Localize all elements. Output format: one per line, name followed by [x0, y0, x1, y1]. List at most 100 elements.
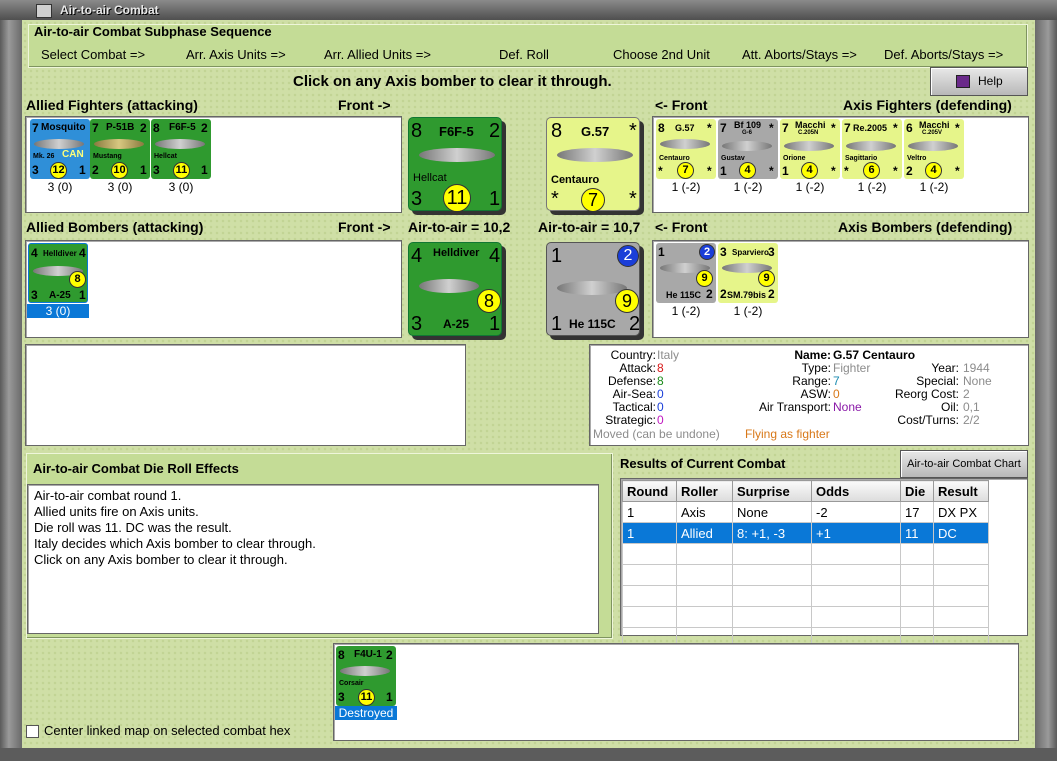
col-die[interactable]: Die — [900, 480, 934, 502]
window-frame-right — [1035, 0, 1057, 761]
unit-asw: 0 — [833, 387, 840, 401]
axis-bomber-caption-he115c: 1 (-2) — [671, 304, 701, 318]
axis-fighter-counter-macchi-c205v[interactable]: 6 Macchi C.205V * Veltro 2 4 * — [904, 119, 964, 179]
col-odds[interactable]: Odds — [811, 480, 901, 502]
plane-icon — [557, 148, 633, 162]
combat-allied-fighter-f6f5[interactable]: 8 F6F-5 2 Hellcat 3 11 1 — [408, 117, 502, 212]
die-roll-line: Click on any Axis bomber to clear it thr… — [34, 552, 288, 567]
col-surprise[interactable]: Surprise — [732, 480, 812, 502]
window-icon — [36, 4, 52, 18]
unit-range: 7 — [833, 374, 840, 388]
allied-fighter-counter-mosquito[interactable]: 7 Mosquito Mk. 26 CAN 3 12 1 — [30, 119, 90, 179]
destroyed-caption: Destroyed — [335, 706, 397, 720]
plane-icon — [908, 141, 958, 151]
table-row-empty — [622, 585, 989, 607]
axis-bombers-label: Axis Bombers (defending) — [838, 219, 1013, 235]
col-roller[interactable]: Roller — [676, 480, 733, 502]
axis-fighter-counter-re2005[interactable]: 7 Re.2005 * Sagittario * 6 * — [842, 119, 902, 179]
allied-bombers-label: Allied Bombers (attacking) — [26, 219, 204, 235]
die-roll-log[interactable]: Air-to-air combat round 1. Allied units … — [27, 484, 599, 634]
axis-fighter-counter-bf109[interactable]: 7 Bf 109 G-6 * Gustav 1 4 * — [718, 119, 778, 179]
unit-airsea: 0 — [657, 387, 664, 401]
allied-fighters-front: Front -> — [338, 97, 391, 113]
plane-icon — [419, 279, 479, 293]
sequence-step-select-combat: Select Combat => — [41, 47, 146, 62]
destroyed-units-panel[interactable] — [333, 643, 1019, 741]
table-row-empty — [622, 564, 989, 586]
center-map-checkbox[interactable] — [26, 725, 39, 738]
unit-name: G.57 Centauro — [833, 348, 916, 362]
axis-air-to-air: Air-to-air = 10,7 — [538, 219, 641, 235]
axis-bomber-counter-sparviero[interactable]: 3 Sparviero 3 9 2 SM.79bis 2 — [718, 243, 778, 303]
axis-fighter-caption-re2005: 1 (-2) — [857, 180, 887, 194]
sequence-step-def-aborts: Def. Aborts/Stays => — [884, 47, 1004, 62]
unit-airtransport: None — [833, 400, 862, 414]
unit-defense: 8 — [657, 374, 664, 388]
unit-strategic: 0 — [657, 413, 664, 427]
plane-icon — [155, 139, 205, 149]
center-map-checkbox-label[interactable]: Center linked map on selected combat hex — [44, 723, 290, 738]
sequence-step-def-roll: Def. Roll — [499, 47, 549, 62]
results-table: Round Roller Surprise Odds Die Result 1 … — [622, 480, 989, 649]
plane-icon — [419, 148, 495, 162]
empty-info-panel — [25, 344, 466, 446]
unit-moved: Moved (can be undone) — [593, 427, 720, 441]
plane-icon — [722, 141, 772, 151]
table-row-selected[interactable]: 1 Allied 8: +1, -3 +1 11 DC — [622, 522, 989, 544]
axis-fighter-caption-g57: 1 (-2) — [671, 180, 701, 194]
table-row-empty — [622, 543, 989, 565]
allied-fighters-label: Allied Fighters (attacking) — [26, 97, 198, 113]
plane-icon — [94, 139, 144, 149]
plane-icon — [784, 141, 834, 151]
combat-axis-bomber-he115c[interactable]: 1 2 9 1 He 115C 2 — [546, 242, 640, 336]
table-row[interactable]: 1 Axis None -2 17 DX PX — [622, 501, 989, 523]
combat-axis-bomber-blue-coin: 2 — [617, 245, 639, 267]
axis-fighter-counter-g57[interactable]: 8 G.57 * Centauro * 7 * — [656, 119, 716, 179]
unit-tactical: 0 — [657, 400, 664, 414]
title-bar[interactable]: Air-to-air Combat — [0, 0, 1057, 20]
results-heading: Results of Current Combat — [620, 456, 786, 471]
die-roll-line: Italy decides which Axis bomber to clear… — [34, 536, 316, 551]
die-roll-heading: Air-to-air Combat Die Roll Effects — [33, 461, 239, 476]
allied-bomber-caption-helldiver: 3 (0) — [27, 304, 89, 318]
axis-fighter-counter-macchi-c205n[interactable]: 7 Macchi C.205N * Orione 1 4 * — [780, 119, 840, 179]
plane-icon — [660, 139, 710, 149]
unit-attack: 8 — [657, 361, 664, 375]
window-frame-bottom — [0, 748, 1057, 761]
col-result[interactable]: Result — [933, 480, 989, 502]
plane-icon — [340, 666, 390, 676]
table-row-empty — [622, 606, 989, 628]
unit-oil: 0,1 — [963, 400, 980, 414]
unit-country: Italy — [657, 348, 680, 362]
allied-fighter-caption-mosquito: 3 (0) — [47, 180, 73, 194]
help-button[interactable]: Help — [930, 67, 1028, 96]
die-roll-line: Die roll was 11. DC was the result. — [34, 520, 232, 535]
combat-allied-bomber-helldiver[interactable]: 4 Helldiver 4 8 3 A-25 1 — [408, 242, 502, 336]
destroyed-counter-f4u1[interactable]: 8 F4U-1 2 Corsair 3 11 1 — [336, 646, 396, 706]
axis-fighter-caption-macchi-c205n: 1 (-2) — [795, 180, 825, 194]
axis-bombers-front: <- Front — [655, 219, 708, 235]
sequence-step-att-aborts: Att. Aborts/Stays => — [742, 47, 857, 62]
allied-fighter-counter-p51b[interactable]: 7 P-51B 2 Mustang 2 10 1 — [90, 119, 150, 179]
die-roll-line: Air-to-air combat round 1. — [34, 488, 182, 503]
sequence-step-choose-2nd: Choose 2nd Unit — [613, 47, 710, 62]
die-roll-line: Allied units fire on Axis units. — [34, 504, 199, 519]
allied-bomber-counter-helldiver[interactable]: 4 Helldiver 4 8 3 A-25 1 — [28, 243, 88, 303]
combat-chart-button[interactable]: Air-to-air Combat Chart — [900, 450, 1028, 478]
allied-bombers-front: Front -> — [338, 219, 391, 235]
unit-special: None — [963, 374, 992, 388]
results-header-row: Round Roller Surprise Odds Die Result — [622, 480, 989, 502]
col-round[interactable]: Round — [622, 480, 677, 502]
unit-info-panel: Country: Italy Attack: 8 Defense: 8 Air-… — [589, 344, 1029, 446]
axis-bomber-counter-he115c[interactable]: 1 2 9 He 115C 2 — [656, 243, 716, 303]
axis-fighter-caption-macchi-c205v: 1 (-2) — [919, 180, 949, 194]
unit-year: 1944 — [963, 361, 990, 375]
plane-icon — [846, 141, 896, 151]
unit-reorg-cost: 2 — [963, 387, 970, 401]
combat-axis-fighter-g57[interactable]: 8 G.57 * Centauro * 7 * — [546, 117, 640, 212]
allied-fighter-caption-f6f5: 3 (0) — [168, 180, 194, 194]
axis-bomber-blue-coin: 2 — [699, 244, 715, 260]
allied-fighter-counter-f6f5[interactable]: 8 F6F-5 2 Hellcat 3 11 1 — [151, 119, 211, 179]
instruction-text: Click on any Axis bomber to clear it thr… — [293, 73, 612, 90]
axis-bomber-caption-sparviero: 1 (-2) — [733, 304, 763, 318]
